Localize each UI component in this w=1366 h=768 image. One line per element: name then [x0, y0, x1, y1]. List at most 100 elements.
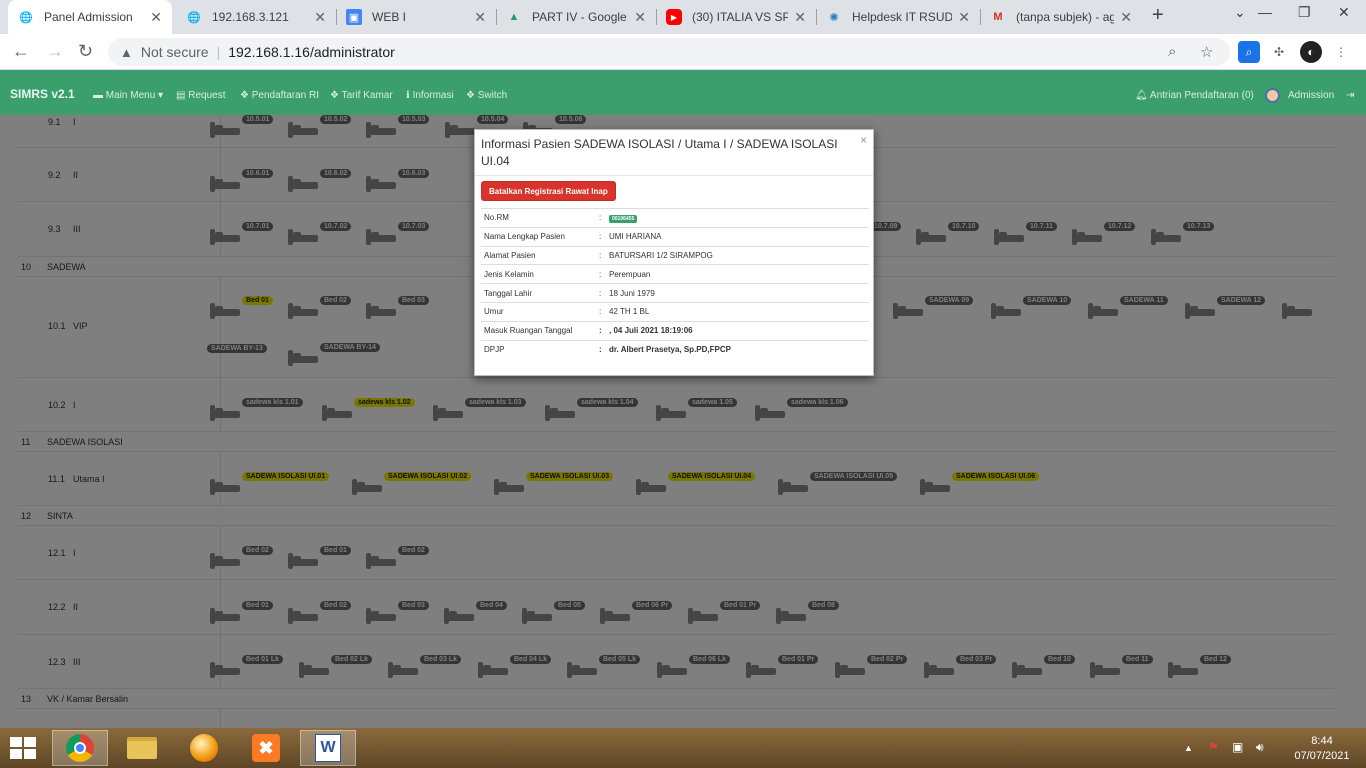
close-tab-icon[interactable]: ✕ [958, 9, 970, 26]
nav-label: Switch [477, 90, 508, 101]
field-value: Perempuan [606, 264, 869, 284]
tab-gmail[interactable]: M (tanpa subjek) - ag ✕ [980, 0, 1142, 34]
field-value: , 04 Juli 2021 18:19:06 [606, 320, 869, 341]
field-value: BATURSARI 1/2 SIRAMPOG [606, 245, 869, 265]
address-bar[interactable]: ▲ Not secure | 192.168.1.16/administrato… [108, 38, 1230, 66]
logout-icon[interactable]: ⇥ [1346, 90, 1354, 101]
app-orange-icon [190, 734, 218, 762]
user-avatar[interactable] [1265, 88, 1280, 103]
close-tab-icon[interactable]: ✕ [634, 9, 646, 26]
folder-icon [127, 737, 157, 759]
taskbar-xampp[interactable]: ✖ [238, 730, 294, 766]
tab-search-icon[interactable]: ⌄ [1234, 4, 1246, 21]
profile-avatar[interactable]: ◐ [1300, 41, 1322, 63]
gmail-icon: M [993, 11, 1003, 23]
field-label: Umur [481, 301, 596, 322]
bookmark-star-icon[interactable]: ☆ [1200, 43, 1213, 61]
extensions-puzzle-icon[interactable]: ✣ [1268, 41, 1290, 63]
tab-title: Helpdesk IT RSUD [852, 10, 953, 24]
forward-icon[interactable]: → [46, 41, 64, 62]
nav-antrian-pendaftaran[interactable]: 🔔︎ Antrian Pendaftaran (0) [1135, 90, 1254, 101]
window-close-icon[interactable]: ✕ [1338, 4, 1350, 21]
chrome-menu-icon[interactable]: ⋮ [1330, 41, 1352, 63]
close-tab-icon[interactable]: ✕ [150, 9, 162, 26]
start-button[interactable] [8, 736, 38, 760]
field-colon: : [596, 283, 606, 303]
tab-title: WEB I [372, 10, 407, 24]
close-tab-icon[interactable]: ✕ [794, 9, 806, 26]
extension-search-icon[interactable]: ⌕ [1238, 41, 1260, 63]
cancel-registration-button[interactable]: Batalkan Registrasi Rawat Inap [481, 181, 616, 201]
field-label: Tanggal Lahir [481, 283, 596, 303]
modal-divider [475, 175, 873, 176]
taskbar-file-explorer[interactable] [114, 730, 170, 766]
field-colon: : [596, 339, 606, 359]
back-icon[interactable]: ← [12, 41, 30, 62]
field-colon: : [596, 301, 606, 322]
table-row: DPJP : dr. Albert Prasetya, Sp.PD,FPCP [481, 339, 869, 359]
word-icon: W [315, 734, 341, 762]
minimize-icon[interactable]: — [1258, 4, 1272, 20]
field-colon: : [596, 264, 606, 284]
restore-icon[interactable]: ❐ [1298, 4, 1311, 21]
taskbar-chrome[interactable] [52, 730, 108, 766]
url-text[interactable]: 192.168.1.16/administrator [228, 44, 395, 60]
modal-close-button[interactable]: × [860, 133, 867, 147]
tab-youtube[interactable]: ▶ (30) ITALIA VS SPA ✕ [656, 0, 816, 34]
tray-network-warning-icon[interactable]: ⚑ [1208, 740, 1219, 754]
tab-title: PART IV - Google [532, 10, 627, 24]
chrome-icon [66, 734, 94, 762]
omnibox-divider: | [216, 44, 221, 60]
warning-icon[interactable]: ▲ [120, 45, 133, 60]
tray-volume-icon[interactable]: 🔊︎ [1256, 740, 1264, 755]
tab-web-i[interactable]: ▣ WEB I ✕ [336, 0, 496, 34]
nav-informasi[interactable]: ℹ Informasi [406, 90, 454, 101]
tab-title: (30) ITALIA VS SPA [692, 10, 789, 24]
table-row: Umur : 42 TH 1 BL [481, 301, 869, 322]
nav-user[interactable]: Admission [1288, 90, 1334, 101]
new-tab-button[interactable]: + [1152, 4, 1164, 27]
nav-request[interactable]: ▤ Request [176, 90, 225, 101]
tab-panel-admission[interactable]: 🌐 Panel Admission ✕ [8, 0, 172, 34]
tab-title: Panel Admission [44, 10, 133, 24]
globe-icon: 🌐 [19, 11, 33, 24]
nav-switch[interactable]: ❖ Switch [466, 90, 507, 101]
field-value: 00106455 [606, 208, 869, 228]
nav-label: Request [188, 90, 226, 101]
app-brand[interactable]: SIMRS v2.1 [10, 87, 75, 101]
close-tab-icon[interactable]: ✕ [474, 9, 486, 26]
field-label: Jenis Kelamin [481, 264, 596, 284]
nav-label: Informasi [412, 90, 454, 101]
nav-tarif-kamar[interactable]: ❖ Tarif Kamar [330, 90, 393, 101]
zoom-icon[interactable]: ⌕ [1168, 43, 1176, 60]
tab-192-168-3-121[interactable]: 🌐 192.168.3.121 ✕ [176, 0, 336, 34]
field-label: Nama Lengkap Pasien [481, 226, 596, 247]
system-clock[interactable]: 8:44 07/07/2021 [1284, 734, 1360, 764]
tab-part-iv-google[interactable]: ▲ PART IV - Google ✕ [496, 0, 656, 34]
browser-toolbar: ← → ↻ ▲ Not secure | 192.168.1.16/admini… [0, 34, 1366, 70]
not-secure-label[interactable]: Not secure [141, 44, 209, 60]
drive-icon: ▲ [508, 11, 520, 23]
taskbar: ✖ W ▲ ⚑ ▣ 🔊︎ 8:44 07/07/2021 [0, 728, 1366, 768]
table-row: Masuk Ruangan Tanggal : , 04 Juli 2021 1… [481, 320, 869, 341]
windows-logo-icon [10, 737, 22, 747]
field-value: UMI HARIANA [606, 226, 869, 247]
nav-pendaftaran-ri[interactable]: ❖ Pendaftaran RI [240, 90, 319, 101]
reload-icon[interactable]: ↻ [78, 41, 93, 62]
close-tab-icon[interactable]: ✕ [314, 9, 326, 26]
helpdesk-icon: ✺ [829, 11, 839, 24]
nav-main-menu[interactable]: ▬ Main Menu ▾ [93, 90, 163, 101]
patient-info-modal: Informasi Pasien SADEWA ISOLASI / Utama … [474, 129, 874, 376]
modal-title: Informasi Pasien SADEWA ISOLASI / Utama … [481, 137, 838, 168]
taskbar-app-orange[interactable] [176, 730, 232, 766]
tray-expand-icon[interactable]: ▲ [1184, 743, 1193, 753]
table-row: Nama Lengkap Pasien : UMI HARIANA [481, 226, 869, 247]
youtube-icon: ▶ [666, 9, 682, 25]
close-tab-icon[interactable]: ✕ [1120, 9, 1132, 26]
table-row: Jenis Kelamin : Perempuan [481, 264, 869, 284]
tray-monitor-icon[interactable]: ▣ [1232, 740, 1243, 754]
clock-time: 8:44 [1311, 735, 1333, 747]
tab-helpdesk-it[interactable]: ✺ Helpdesk IT RSUD ✕ [816, 0, 980, 34]
field-label: No.RM [481, 208, 596, 228]
taskbar-word[interactable]: W [300, 730, 356, 766]
